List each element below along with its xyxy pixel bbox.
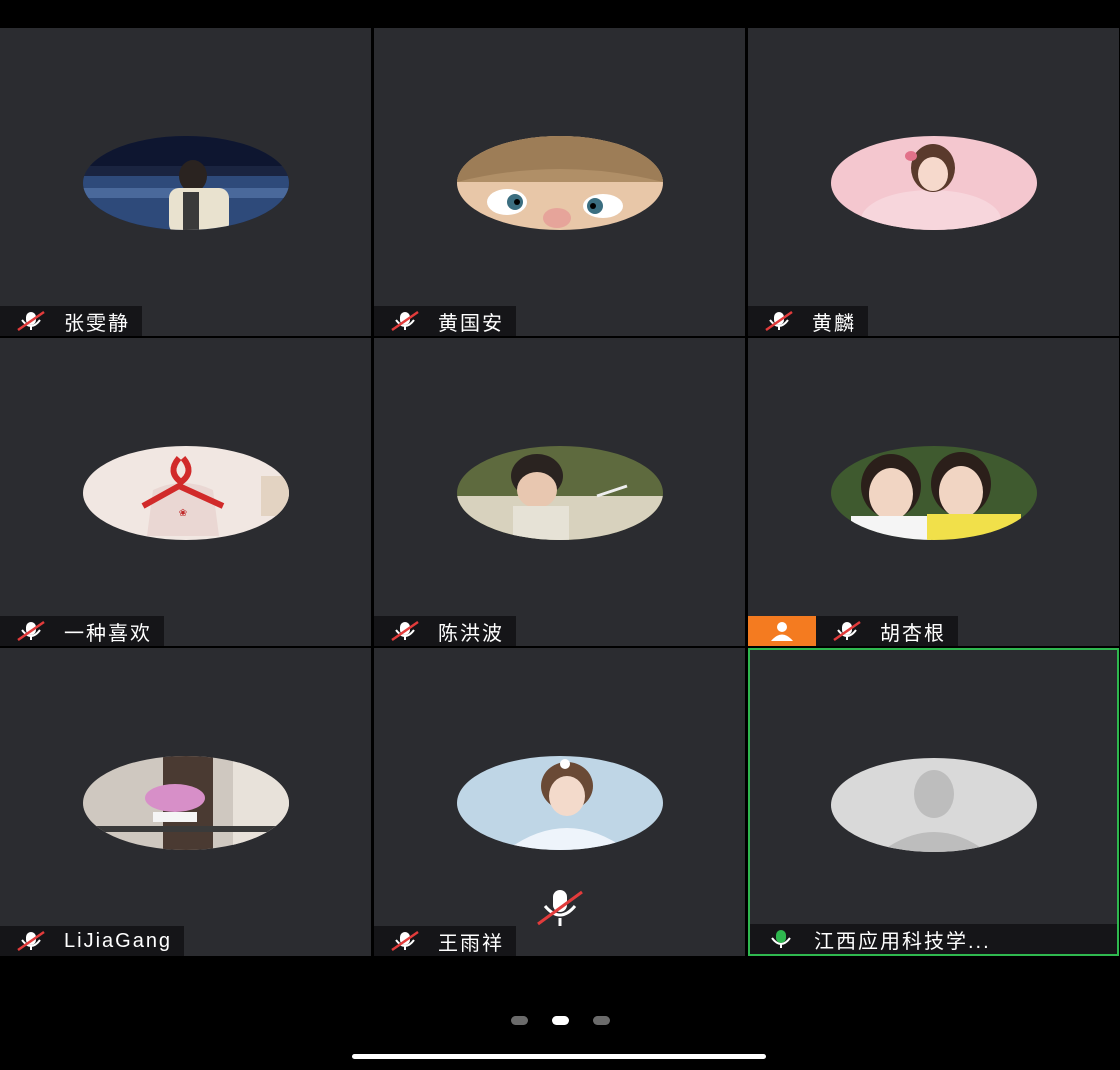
page-dot[interactable] bbox=[592, 1016, 610, 1025]
name-bar: 王雨祥 bbox=[374, 926, 516, 956]
avatar bbox=[82, 756, 289, 850]
participant-tile[interactable]: LiJiaGang bbox=[0, 648, 371, 956]
name-bar: LiJiaGang bbox=[0, 926, 185, 956]
participant-name: 王雨祥 bbox=[438, 932, 504, 955]
participant-name: 张雯静 bbox=[64, 312, 130, 335]
name-bar: 陈洪波 bbox=[374, 616, 516, 646]
participant-tile[interactable]: 胡杏根 bbox=[748, 338, 1119, 646]
avatar bbox=[82, 136, 289, 230]
mic-muted-icon bbox=[388, 619, 424, 643]
name-bar: 江西应用科技学... bbox=[750, 924, 1117, 954]
host-badge bbox=[748, 616, 816, 646]
avatar bbox=[456, 136, 663, 230]
participant-tile[interactable]: 张雯静 bbox=[0, 28, 371, 336]
name-bar: 黄麟 bbox=[748, 306, 868, 336]
mic-muted-icon bbox=[14, 619, 50, 643]
participant-name: 陈洪波 bbox=[438, 622, 504, 645]
mic-muted-icon bbox=[830, 619, 866, 643]
avatar bbox=[830, 446, 1037, 540]
avatar bbox=[456, 756, 663, 850]
svg-text:❀: ❀ bbox=[178, 508, 186, 519]
mic-muted-icon bbox=[537, 890, 583, 926]
default-avatar-icon bbox=[830, 758, 1037, 852]
participant-name: 江西应用科技学... bbox=[814, 930, 991, 953]
page-dot[interactable] bbox=[510, 1016, 528, 1025]
name-bar: 张雯静 bbox=[0, 306, 142, 336]
avatar: ❀ bbox=[82, 446, 289, 540]
participant-name: 胡杏根 bbox=[880, 622, 946, 645]
avatar bbox=[456, 446, 663, 540]
mic-muted-icon bbox=[14, 309, 50, 333]
mic-muted-icon bbox=[14, 929, 50, 953]
participant-name: 一种喜欢 bbox=[64, 622, 152, 645]
participant-name: LiJiaGang bbox=[64, 929, 173, 952]
participant-grid: 张雯静 黄国安 黄麟 ❀ 一种喜欢 陈洪波 胡杏根 LiJiaGang 王雨祥 … bbox=[0, 28, 1120, 956]
avatar bbox=[830, 136, 1037, 230]
participant-name: 黄国安 bbox=[438, 312, 504, 335]
mic-icon bbox=[764, 927, 800, 951]
mic-muted-icon bbox=[762, 309, 798, 333]
mic-muted-icon bbox=[388, 309, 424, 333]
home-indicator[interactable] bbox=[352, 1054, 766, 1059]
page-indicator[interactable] bbox=[0, 1016, 1120, 1030]
participant-tile[interactable]: 黄国安 bbox=[374, 28, 745, 336]
page-dot-current[interactable] bbox=[551, 1016, 569, 1025]
participant-tile[interactable]: 王雨祥 bbox=[374, 648, 745, 956]
name-bar: 胡杏根 bbox=[816, 616, 958, 646]
host-person-icon bbox=[771, 622, 793, 641]
meeting-gallery-view: 张雯静 黄国安 黄麟 ❀ 一种喜欢 陈洪波 胡杏根 LiJiaGang 王雨祥 … bbox=[0, 0, 1120, 1070]
participant-name: 黄麟 bbox=[812, 312, 856, 335]
mic-muted-icon bbox=[388, 929, 424, 953]
participant-tile[interactable]: ❀ 一种喜欢 bbox=[0, 338, 371, 646]
participant-tile[interactable]: 陈洪波 bbox=[374, 338, 745, 646]
name-bar: 黄国安 bbox=[374, 306, 516, 336]
participant-tile[interactable]: 黄麟 bbox=[748, 28, 1119, 336]
participant-tile-active[interactable]: 江西应用科技学... bbox=[748, 648, 1119, 956]
name-bar: 一种喜欢 bbox=[0, 616, 164, 646]
